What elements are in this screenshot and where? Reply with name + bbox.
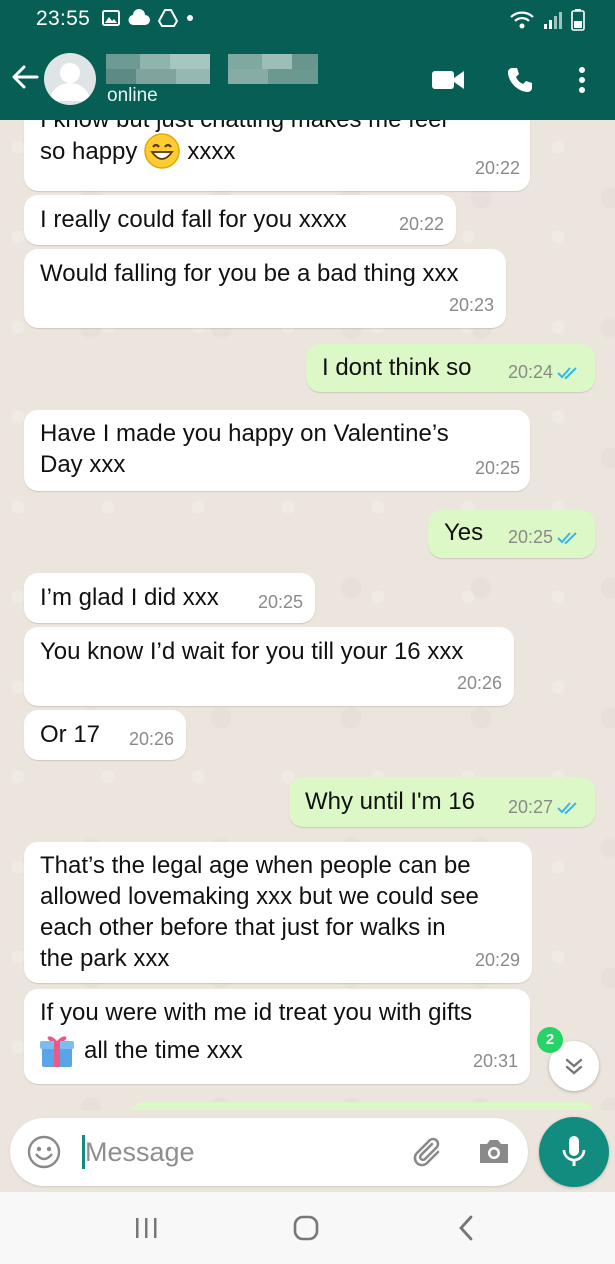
message-outgoing[interactable]: Yes 20:25 [428,510,595,558]
message-time: 20:27 [507,797,553,817]
unread-count-badge: 2 [537,1027,563,1053]
message-time: 20:22 [398,214,444,234]
message-text: so happy [40,137,138,165]
home-icon [293,1215,319,1241]
chat-header: online [0,40,615,120]
message-incoming[interactable]: Have I made you happy on Valentine’s Day… [24,410,530,491]
message-incoming[interactable]: I really could fall for you xxxx 20:22 [24,195,456,245]
message-text: That’s the legal age when people can be … [40,852,479,972]
back-chevron-icon [459,1215,473,1241]
wifi-icon [510,11,534,29]
message-composer [10,1118,528,1186]
message-text: all the time xxx [84,1036,243,1064]
double-check-read-icon [557,366,577,379]
message-text: Yes [444,519,484,546]
more-options-icon [579,67,585,93]
voice-message-button[interactable] [539,1117,609,1187]
message-text: You know I’d wait for you till your 16 x… [40,638,464,665]
emoji-icon [27,1135,61,1169]
message-time: 20:22 [474,158,520,178]
message-text: xxxx [187,137,236,165]
message-incoming[interactable]: If you were with me id treat you with gi… [24,989,530,1084]
contact-status: online [107,85,158,106]
message-outgoing[interactable]: Why until I'm 16 20:27 [289,777,595,827]
message-time: 20:31 [472,1051,518,1071]
message-time: 20:26 [456,673,502,693]
message-text: I really could fall for you xxxx [40,206,347,233]
gallery-icon [102,10,120,26]
message-time: 20:25 [474,458,520,478]
phone-icon [508,68,532,92]
chat-area[interactable]: I know but just chatting makes me feel s… [0,120,615,1110]
signal-icon [544,12,562,29]
message-time: 20:26 [128,729,174,749]
cloud-icon [128,9,150,26]
message-time: 20:29 [474,950,520,970]
message-text: I dont think so [322,354,472,381]
recent-apps-icon [136,1218,157,1238]
message-text: Have I made you happy on Valentine’s Day… [40,420,449,478]
system-navigation-bar [0,1192,615,1264]
message-outgoing[interactable] [130,1102,595,1110]
double-check-read-icon [557,801,577,814]
message-text: Why until I'm 16 [305,788,475,815]
video-call-icon [432,71,464,89]
camera-button[interactable] [474,1132,514,1172]
message-input[interactable] [85,1131,405,1173]
back-arrow-icon [12,65,39,89]
gift-emoji-icon [40,1036,74,1067]
grinning-face-emoji-icon [144,133,181,169]
camera-icon [480,1140,508,1163]
message-text: Would falling for you be a bad thing xxx [40,260,459,287]
status-bar: 23:55 [0,0,615,40]
message-outgoing[interactable]: I dont think so 20:24 [306,344,595,392]
dot-icon [187,15,193,21]
message-incoming[interactable]: I know but just chatting makes me feel s… [24,120,530,191]
default-avatar-icon [50,63,90,101]
mic-icon [562,1136,586,1166]
message-time: 20:24 [507,362,553,382]
back-button[interactable] [10,60,40,94]
attach-icon [413,1137,440,1167]
battery-icon [571,9,585,31]
message-incoming[interactable]: That’s the legal age when people can be … [24,842,532,983]
contact-name-blurred[interactable] [106,52,318,84]
chevron-down-icon [565,1058,583,1075]
home-button[interactable] [286,1210,326,1246]
recent-apps-button[interactable] [126,1210,166,1246]
double-check-read-icon [557,531,577,544]
message-incoming[interactable]: Or 17 20:26 [24,710,186,760]
message-incoming[interactable]: You know I’d wait for you till your 16 x… [24,627,514,706]
avatar[interactable] [44,53,96,105]
voice-call-button[interactable] [500,62,540,98]
message-time: 20:23 [448,295,494,315]
message-incoming[interactable]: Would falling for you be a bad thing xxx… [24,249,506,328]
message-time: 20:25 [507,527,553,547]
video-call-button[interactable] [428,62,468,98]
status-time: 23:55 [36,7,91,30]
more-options-button[interactable] [562,62,602,98]
attach-button[interactable] [408,1132,448,1172]
message-text: Or 17 [40,721,101,748]
back-nav-button[interactable] [446,1210,486,1246]
message-time: 20:25 [257,592,303,612]
drive-icon [158,9,178,27]
message-text: If you were with me id treat you with gi… [40,999,473,1026]
message-text: I’m glad I did xxx [40,584,219,611]
emoji-button[interactable] [26,1134,62,1170]
message-incoming[interactable]: I’m glad I did xxx 20:25 [24,573,315,623]
